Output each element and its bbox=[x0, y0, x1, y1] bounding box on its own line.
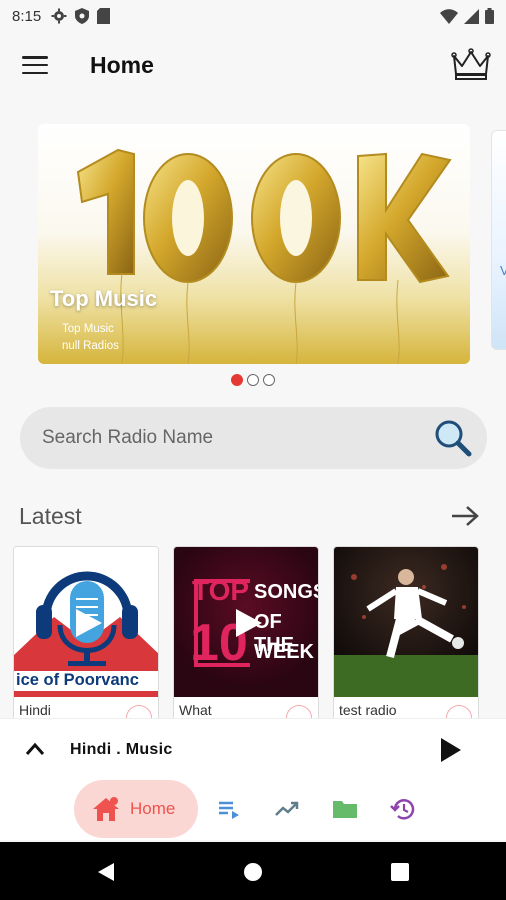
search-input[interactable] bbox=[42, 427, 422, 449]
wifi-status-icon bbox=[440, 8, 458, 24]
app-bar: Home bbox=[0, 38, 506, 94]
sd-card-status-icon bbox=[97, 8, 111, 24]
battery-status-icon bbox=[485, 8, 494, 24]
search-bar bbox=[20, 407, 487, 469]
bottom-nav: Home bbox=[0, 780, 506, 840]
latest-title: Latest bbox=[19, 503, 82, 529]
latest-header: Latest bbox=[0, 500, 506, 532]
banner-subtitle: Top Music bbox=[62, 323, 114, 335]
page-title: Home bbox=[90, 52, 154, 78]
favorite-icon[interactable] bbox=[286, 705, 312, 718]
station-card-2[interactable]: TOP 10 SONGS OF THE WEEK What bbox=[173, 546, 319, 718]
menu-icon[interactable] bbox=[22, 54, 48, 76]
carousel-dot-2[interactable] bbox=[247, 374, 259, 386]
station-thumbnail bbox=[334, 547, 478, 697]
banner-radio-count: null Radios bbox=[62, 340, 119, 352]
home-icon bbox=[93, 797, 119, 821]
nav-home-tab[interactable]: Home bbox=[74, 780, 198, 838]
crown-icon[interactable] bbox=[450, 46, 492, 82]
thumb-songs-text: SONGS bbox=[254, 581, 318, 603]
station-card-3[interactable]: test radio bbox=[333, 546, 479, 718]
banner-title: Top Music bbox=[50, 286, 158, 311]
search-icon[interactable] bbox=[433, 418, 473, 458]
latest-list: ice of Poorvanc Hindi TOP 10 SONGS OF TH… bbox=[0, 546, 506, 718]
carousel-dot-3[interactable] bbox=[263, 374, 275, 386]
status-bar: 8:15 bbox=[0, 0, 506, 32]
next-banner-text: V bbox=[500, 263, 506, 278]
station-card-1[interactable]: ice of Poorvanc Hindi bbox=[13, 546, 159, 718]
thumb-top-text: TOP bbox=[192, 575, 250, 606]
favorite-icon[interactable] bbox=[446, 705, 472, 718]
now-playing-title: Hindi . Music bbox=[70, 741, 173, 758]
recents-icon[interactable] bbox=[390, 862, 410, 882]
favorite-icon[interactable] bbox=[126, 705, 152, 718]
folder-icon[interactable] bbox=[332, 796, 358, 822]
station-thumbnail: TOP 10 SONGS OF THE WEEK bbox=[174, 547, 318, 697]
station-name: Hindi bbox=[19, 702, 51, 718]
station-logo-text: ice of Poorvanc bbox=[16, 671, 139, 689]
mini-player[interactable]: Hindi . Music bbox=[0, 718, 506, 782]
featured-banner[interactable]: Top Music Top Music null Radios bbox=[38, 124, 470, 364]
settings-status-icon bbox=[51, 8, 67, 24]
featured-carousel[interactable]: Top Music Top Music null Radios V bbox=[0, 120, 506, 370]
carousel-indicator bbox=[0, 374, 506, 386]
history-icon[interactable] bbox=[390, 796, 416, 822]
signal-status-icon bbox=[464, 8, 479, 24]
play-icon[interactable] bbox=[234, 607, 264, 639]
play-icon[interactable] bbox=[440, 737, 462, 763]
chevron-up-icon[interactable] bbox=[24, 741, 46, 757]
nav-home-label: Home bbox=[130, 799, 176, 818]
back-icon[interactable] bbox=[96, 862, 116, 882]
home-circle-icon[interactable] bbox=[243, 862, 263, 882]
station-name: test radio bbox=[339, 702, 397, 718]
next-banner-peek[interactable]: V bbox=[491, 130, 506, 350]
station-thumbnail: ice of Poorvanc bbox=[14, 547, 158, 697]
status-time: 8:15 bbox=[12, 7, 42, 25]
station-name: What bbox=[179, 702, 212, 718]
play-icon[interactable] bbox=[74, 607, 104, 639]
system-nav-bar bbox=[0, 842, 506, 900]
playlist-icon[interactable] bbox=[216, 796, 242, 822]
trending-icon[interactable] bbox=[274, 796, 300, 822]
thumb-week-text: WEEK bbox=[254, 641, 314, 663]
play-icon[interactable] bbox=[394, 607, 424, 639]
carousel-dot-1[interactable] bbox=[231, 374, 243, 386]
shield-status-icon bbox=[75, 8, 90, 24]
arrow-right-icon[interactable] bbox=[450, 504, 480, 528]
